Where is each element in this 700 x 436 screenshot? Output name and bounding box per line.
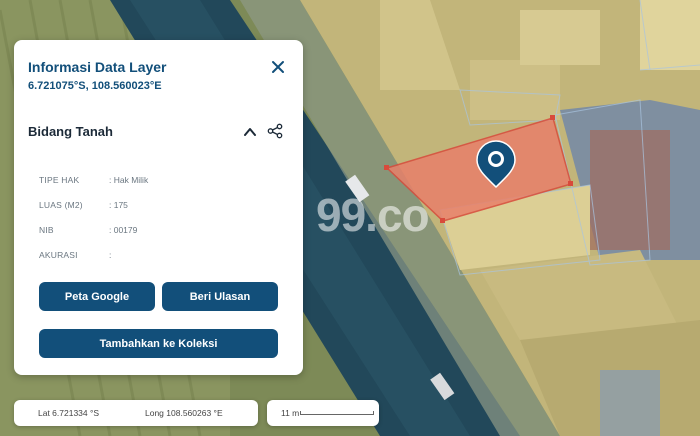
row-value: : xyxy=(109,250,112,260)
longitude-readout: Long 108.560263 °E xyxy=(145,408,223,418)
row-label: LUAS (M2) xyxy=(39,200,83,210)
info-panel: Informasi Data Layer 6.721075°S, 108.560… xyxy=(14,40,303,375)
row-value: : 00179 xyxy=(109,225,138,235)
row-label: TIPE HAK xyxy=(39,175,80,185)
row-value: : 175 xyxy=(109,200,128,210)
close-icon[interactable] xyxy=(267,56,289,78)
cursor-coordinates: Lat 6.721334 °S Long 108.560263 °E xyxy=(14,400,258,426)
row-value: : Hak Milik xyxy=(109,175,149,185)
scale-label: 11 m xyxy=(281,408,300,418)
add-to-collection-button[interactable]: Tambahkan ke Koleksi xyxy=(39,329,278,358)
scale-line xyxy=(300,411,374,415)
row-label: AKURASI xyxy=(39,250,78,260)
review-button[interactable]: Beri Ulasan xyxy=(162,282,278,311)
chevron-up-icon[interactable] xyxy=(242,124,258,140)
row-label: NIB xyxy=(39,225,54,235)
panel-title: Informasi Data Layer xyxy=(28,59,167,75)
scale-bar: 11 m xyxy=(267,400,379,426)
watermark: 99.co xyxy=(316,189,430,241)
panel-coordinates: 6.721075°S, 108.560023°E xyxy=(28,80,162,92)
google-maps-button[interactable]: Peta Google xyxy=(39,282,155,311)
section-title: Bidang Tanah xyxy=(28,124,113,139)
share-icon[interactable] xyxy=(267,123,283,139)
latitude-readout: Lat 6.721334 °S xyxy=(38,408,100,418)
